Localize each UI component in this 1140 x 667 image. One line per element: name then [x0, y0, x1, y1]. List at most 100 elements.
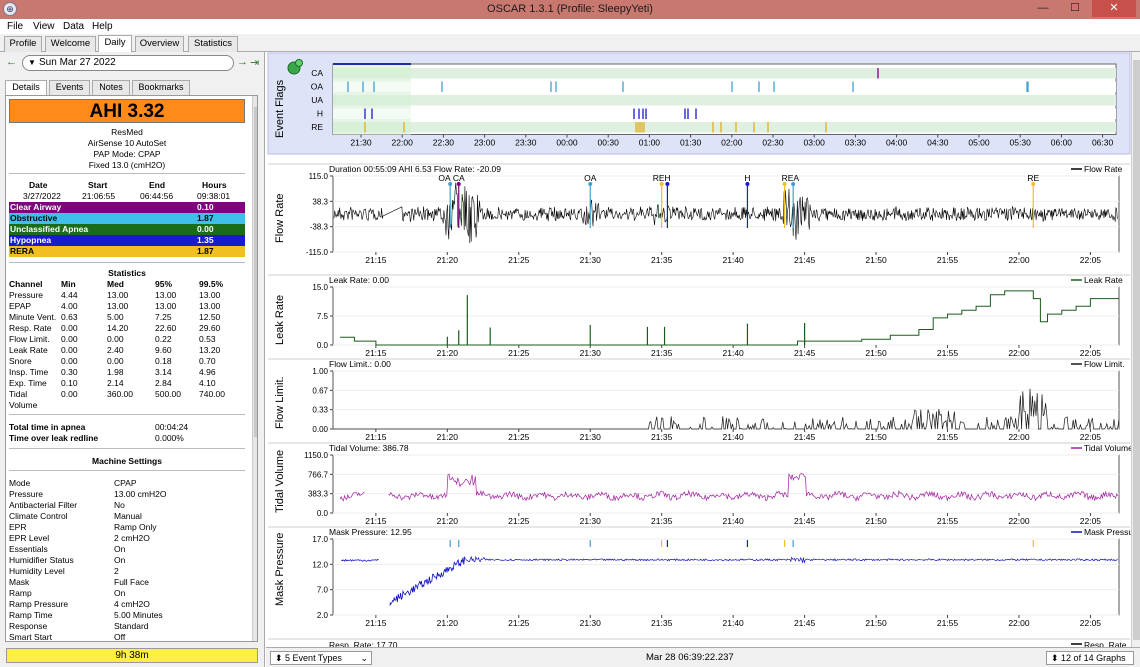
time-tick-label: 21:50: [865, 618, 887, 628]
setting-value: Off: [114, 632, 126, 642]
tab-events[interactable]: Events: [49, 80, 90, 95]
event-value: 1.87: [197, 246, 214, 256]
stat-p995: 0.70: [199, 356, 216, 366]
session-end: 06:44:56: [140, 191, 174, 201]
divider: [9, 262, 245, 263]
time-tick-label: 21:45: [794, 348, 816, 358]
time-tick-label: 21:45: [794, 432, 816, 442]
event-flags-row-band: [411, 108, 1116, 119]
time-tick-label: 21:25: [508, 255, 530, 265]
event-flags-row-band: [411, 68, 1116, 79]
graph-title: Flow Limit.: [274, 376, 286, 429]
stat-channel: Exp. Time: [9, 378, 47, 388]
event-row-obstructive: Obstructive 1.87: [9, 213, 245, 224]
divider: [9, 173, 245, 174]
event-value: 0.00: [197, 224, 214, 234]
divider: [9, 448, 245, 449]
detail-tabs: Details Events Notes Bookmarks: [4, 80, 262, 95]
tab-profile[interactable]: Profile: [4, 36, 42, 52]
graph-info-text: Leak Rate: 0.00: [329, 275, 389, 285]
menu-help[interactable]: Help: [92, 21, 113, 32]
stat-p995: 4.10: [199, 378, 216, 388]
header-hours: Hours: [202, 180, 227, 190]
setting-value: 13.00 cmH2O: [114, 489, 167, 499]
event-types-selector[interactable]: ⬍ 5 Event Types ⌄: [270, 651, 372, 665]
time-tick-label: 21:25: [508, 432, 530, 442]
flow-event-label: CA: [453, 173, 465, 183]
time-tick-label: 02:30: [762, 138, 784, 148]
scroll-thumb[interactable]: [254, 107, 257, 437]
time-tick-label: 04:00: [886, 138, 908, 148]
scroll-thumb[interactable]: [1133, 60, 1140, 640]
menu-file[interactable]: File: [7, 21, 23, 32]
tab-statistics[interactable]: Statistics: [188, 36, 238, 52]
tab-overview[interactable]: Overview: [135, 36, 184, 52]
stat-med: 13.00: [107, 290, 129, 300]
setting-value: 5.00 Minutes: [114, 610, 163, 620]
graph-count-selector[interactable]: ⬍ 12 of 14 Graphs: [1046, 651, 1134, 665]
time-tick-label: 21:25: [508, 618, 530, 628]
stat-min: 0.30: [61, 367, 78, 377]
time-tick-label: 21:15: [365, 255, 387, 265]
tab-bookmarks[interactable]: Bookmarks: [132, 80, 190, 95]
last-day-button[interactable]: ⇥: [250, 56, 259, 69]
setting-value: Standard: [114, 621, 149, 631]
stat-med: 1.98: [107, 367, 124, 377]
setting-name: Essentials: [9, 544, 48, 554]
close-button[interactable]: ✕: [1092, 0, 1136, 17]
event-value: 1.35: [197, 235, 214, 245]
setting-name: Pressure: [9, 489, 44, 499]
graph-legend: Resp. Rate: [1084, 640, 1127, 647]
graph-info-text: Mask Pressure: 12.95: [329, 527, 412, 537]
prev-day-button[interactable]: ←: [6, 56, 17, 68]
setting-name: Ramp Pressure: [9, 599, 69, 609]
stat-med: 2.14: [107, 378, 124, 388]
setting-value: 4 cmH2O: [114, 599, 150, 609]
menu-data[interactable]: Data: [63, 21, 84, 32]
time-tick-label: 01:30: [680, 138, 702, 148]
time-tick-label: 21:30: [580, 432, 602, 442]
maximize-button[interactable]: ☐: [1062, 0, 1088, 17]
flow-event-label: OA: [584, 173, 597, 183]
event-flag-row-label: OA: [311, 82, 324, 92]
time-tick-label: 22:00: [392, 138, 414, 148]
setting-value: On: [114, 544, 126, 554]
stat-min: 0.00: [61, 323, 78, 333]
plot-area: [332, 454, 1120, 514]
date-selector[interactable]: ▼ Sun Mar 27 2022: [22, 55, 234, 71]
time-tick-label: 21:50: [865, 432, 887, 442]
event-flag-row-label: H: [317, 109, 323, 119]
menu-view[interactable]: View: [33, 21, 55, 32]
stat-channel: Minute Vent.: [9, 312, 57, 322]
stat-med: 2.40: [107, 345, 124, 355]
time-tick-label: 22:05: [1080, 516, 1102, 526]
details-pane[interactable]: AHI 3.32 ResMed AirSense 10 AutoSet PAP …: [5, 95, 258, 642]
graphs-scrollbar[interactable]: [1131, 52, 1140, 647]
tab-daily[interactable]: Daily: [98, 35, 132, 52]
y-tick-label: 115.0: [309, 172, 329, 181]
time-tick-label: 21:30: [580, 618, 602, 628]
flow-event-label: REA: [782, 173, 800, 183]
tab-details[interactable]: Details: [5, 80, 47, 95]
event-flags-row-band: [411, 81, 1116, 92]
graph-info-text: Duration 00:55:09 AHI 6.53 Flow Rate: -2…: [329, 164, 501, 174]
event-flags-row-band: [333, 68, 411, 79]
tab-welcome[interactable]: Welcome: [45, 36, 96, 52]
next-day-button[interactable]: →: [237, 56, 248, 68]
time-tick-label: 21:30: [580, 348, 602, 358]
time-tick-label: 21:15: [365, 432, 387, 442]
time-tick-label: 22:05: [1080, 618, 1102, 628]
graph-legend: Flow Rate: [1084, 164, 1123, 174]
time-tick-label: 21:35: [651, 516, 673, 526]
stat-channel: Tidal: [9, 389, 28, 399]
time-tick-label: 21:20: [437, 255, 459, 265]
leak-redline-value: 0.000%: [155, 433, 184, 443]
minimize-button[interactable]: —: [1030, 0, 1056, 17]
time-tick-label: 21:40: [723, 348, 745, 358]
updown-icon: ⬍: [1051, 653, 1062, 663]
event-flag-row-label: UA: [311, 95, 323, 105]
y-tick-label: 17.0: [312, 535, 328, 544]
graphs-area[interactable]: Event FlagsCAOAUAHRE21:30 22:00 22:30 23:00…: [266, 52, 1132, 647]
tab-notes[interactable]: Notes: [92, 80, 130, 95]
details-scrollbar[interactable]: [252, 96, 257, 641]
